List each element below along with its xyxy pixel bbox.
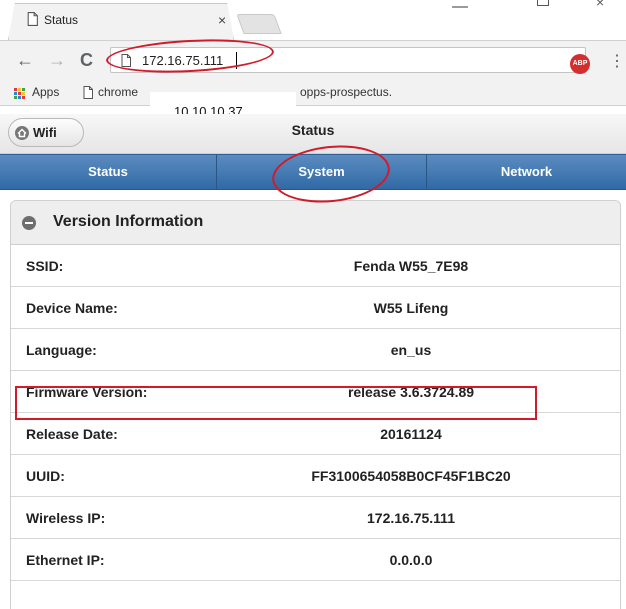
row-label: Wireless IP:: [26, 510, 106, 526]
bookmark-apps[interactable]: Apps: [32, 85, 59, 99]
page-title: Status: [291, 122, 335, 138]
info-row-ssid: SSID: Fenda W55_7E98: [11, 245, 620, 287]
wifi-home-button[interactable]: Wifi: [8, 118, 84, 147]
collapse-icon[interactable]: [22, 216, 36, 230]
bookmark-opps-prospectus[interactable]: opps-prospectus.: [300, 85, 392, 99]
maximize-button[interactable]: [537, 0, 549, 6]
tab-network[interactable]: Network: [427, 155, 626, 189]
tab-status[interactable]: Status: [0, 155, 216, 189]
browser-tab[interactable]: Status ×: [8, 3, 234, 40]
new-tab-button[interactable]: [236, 14, 282, 34]
bookmark-chrome[interactable]: chrome: [98, 85, 138, 99]
info-row-wireless-ip: Wireless IP: 172.16.75.111: [11, 497, 620, 539]
info-row-ethernet-ip: Ethernet IP: 0.0.0.0: [11, 539, 620, 581]
row-label: UUID:: [26, 468, 65, 484]
tab-title: Status: [44, 13, 79, 27]
info-row-device-name: Device Name: W55 Lifeng: [11, 287, 620, 329]
row-value: 20161124: [380, 426, 442, 442]
info-row-uuid: UUID: FF3100654058B0CF45F1BC20: [11, 455, 620, 497]
minimize-button[interactable]: [452, 6, 468, 8]
row-value: 172.16.75.111: [367, 510, 455, 526]
row-label: SSID:: [26, 258, 64, 274]
bookmarks-bar: Apps chrome opps-prospectus.: [0, 80, 626, 106]
tab-close-icon[interactable]: ×: [218, 12, 226, 28]
row-label: Ethernet IP:: [26, 552, 105, 568]
row-value: FF3100654058B0CF45F1BC20: [311, 468, 511, 484]
annotation-box-firmware: [15, 386, 537, 420]
info-row-language: Language: en_us: [11, 329, 620, 371]
row-label: Release Date:: [26, 426, 118, 442]
panel-title: Version Information: [53, 213, 204, 230]
forward-arrow-icon[interactable]: →: [48, 51, 66, 69]
row-label: Device Name:: [26, 300, 118, 316]
reload-icon[interactable]: C: [80, 51, 93, 69]
row-label: Language:: [26, 342, 97, 358]
row-value: en_us: [390, 342, 432, 358]
page-icon: [27, 12, 38, 26]
adblock-extension-icon[interactable]: ABP: [570, 54, 590, 74]
panel-header[interactable]: Version Information: [11, 201, 620, 245]
browser-menu-icon[interactable]: ⋮: [609, 51, 625, 71]
window-close-button[interactable]: ×: [596, 0, 604, 10]
wifi-button-label: Wifi: [33, 125, 57, 140]
screenshot-root: Status × × ← → C 172.16.75.111 ABP ⋮ App: [0, 0, 626, 609]
overlay-text: 10.10.10.37: [174, 104, 243, 114]
apps-grid-icon: [14, 88, 25, 99]
back-arrow-icon[interactable]: ←: [16, 51, 34, 69]
row-value: 0.0.0.0: [389, 552, 433, 568]
home-icon: [15, 126, 29, 140]
page-icon: [83, 86, 93, 99]
row-value: W55 Lifeng: [373, 300, 449, 316]
row-value: Fenda W55_7E98: [353, 258, 469, 274]
tab-strip: Status × ×: [0, 0, 626, 40]
browser-toolbar: ← → C 172.16.75.111 ABP ⋮: [0, 40, 626, 80]
